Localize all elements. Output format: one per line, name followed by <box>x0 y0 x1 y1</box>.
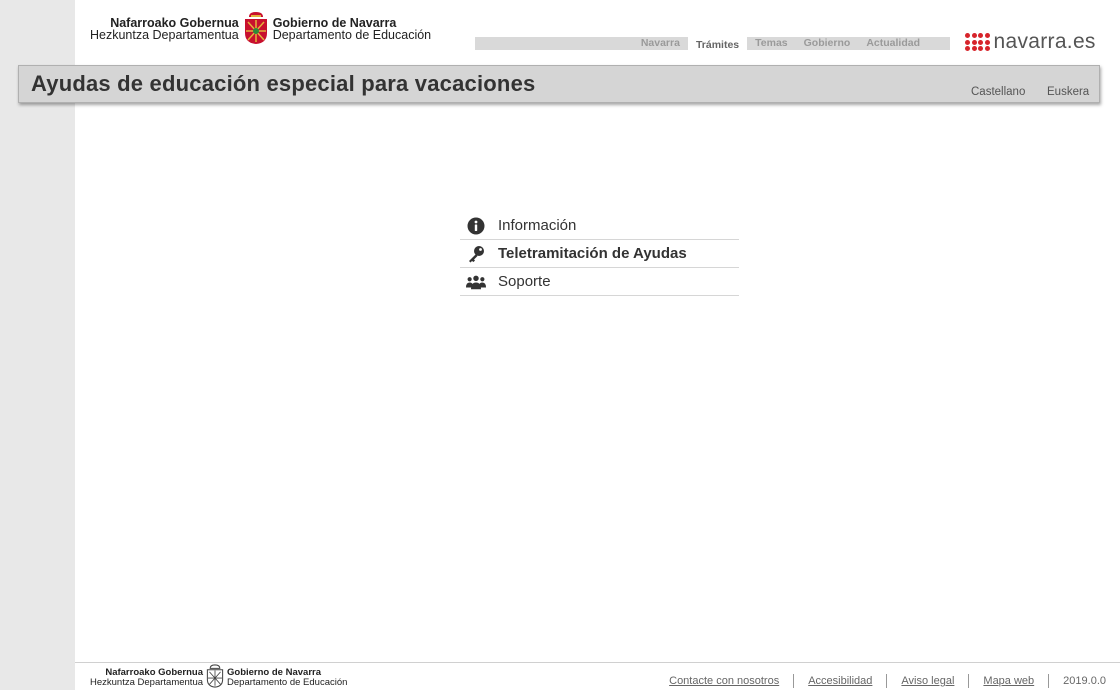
menu-label-soporte: Soporte <box>498 273 551 290</box>
footer-divider <box>968 674 970 688</box>
main-menu: Información Teletramitación de Ayudas So… <box>460 212 739 296</box>
lang-castellano-link[interactable]: Castellano <box>971 86 1025 98</box>
footer-divider <box>793 674 795 688</box>
legal-notice-link[interactable]: Aviso legal <box>901 675 954 687</box>
footer-divider <box>1048 674 1050 688</box>
info-icon <box>466 216 486 236</box>
footer-gov-basque-department: Hezkuntza Departamentua <box>90 677 204 688</box>
site-footer: Nafarroako Gobernua Hezkuntza Departamen… <box>75 662 1120 690</box>
government-logo[interactable]: Nafarroako Gobernua Hezkuntza Departamen… <box>90 12 432 45</box>
key-icon <box>466 244 486 264</box>
title-bar: Ayudas de educación especial para vacaci… <box>18 65 1100 103</box>
footer-links: Contacte con nosotros Accesibilidad Avis… <box>669 674 1106 688</box>
nav-gobierno[interactable]: Gobierno <box>796 37 859 50</box>
site-header: Nafarroako Gobernua Hezkuntza Departamen… <box>75 0 1120 65</box>
lang-euskera-link[interactable]: Euskera <box>1047 86 1089 98</box>
menu-label-teletramitacion: Teletramitación de Ayudas <box>498 245 687 262</box>
navarra-dots-icon <box>965 33 990 51</box>
menu-item-soporte[interactable]: Soporte <box>460 268 739 296</box>
page-title: Ayudas de educación especial para vacaci… <box>31 71 536 96</box>
footer-gov-spanish-department: Departamento de Educación <box>227 677 348 688</box>
footer-divider <box>886 674 888 688</box>
nav-actualidad[interactable]: Actualidad <box>858 37 928 50</box>
menu-item-informacion[interactable]: Información <box>460 212 739 240</box>
navarra-shield-icon <box>244 12 267 44</box>
accessibility-link[interactable]: Accesibilidad <box>808 675 872 687</box>
menu-item-teletramitacion[interactable]: Teletramitación de Ayudas <box>460 240 739 268</box>
sitemap-link[interactable]: Mapa web <box>983 675 1034 687</box>
footer-government-logo: Nafarroako Gobernua Hezkuntza Departamen… <box>90 664 348 688</box>
users-icon <box>466 272 486 292</box>
nav-temas[interactable]: Temas <box>747 37 796 50</box>
top-navigation: Navarra Trámites Temas Gobierno Actualid… <box>475 37 950 52</box>
navarra-es-logo[interactable]: navarra.es <box>965 30 1096 54</box>
footer-shield-icon <box>206 664 224 688</box>
nav-tramites[interactable]: Trámites <box>687 37 748 52</box>
contact-link[interactable]: Contacte con nosotros <box>669 675 779 687</box>
version-label: 2019.0.0 <box>1063 675 1106 687</box>
gov-spanish-department: Departamento de Educación <box>272 28 432 42</box>
brand-text: navarra.es <box>993 30 1096 53</box>
gov-basque-department: Hezkuntza Departamentua <box>90 28 239 42</box>
left-margin-band <box>0 0 75 690</box>
menu-label-informacion: Información <box>498 217 577 234</box>
nav-navarra[interactable]: Navarra <box>633 37 688 50</box>
